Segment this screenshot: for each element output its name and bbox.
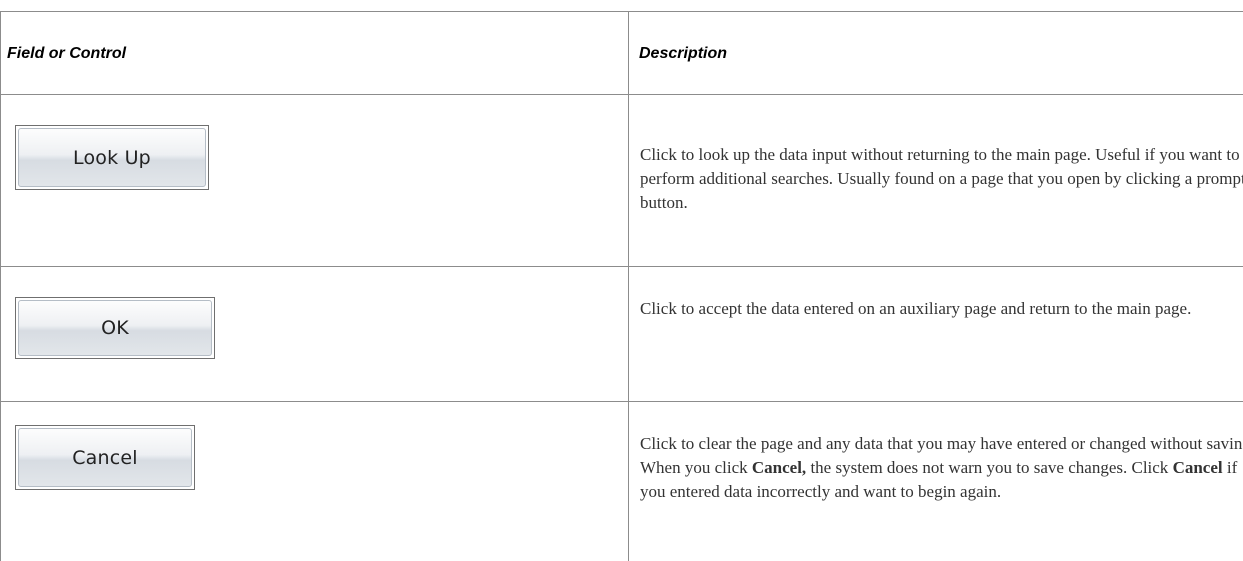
ok-description: Click to accept the data entered on an a… xyxy=(640,297,1243,321)
controls-table: Field or Control Description Look Up Cli… xyxy=(0,0,1243,561)
header-divider xyxy=(0,94,1243,95)
look-up-description: Click to look up the data input without … xyxy=(640,143,1243,215)
header-description: Description xyxy=(639,45,728,62)
row-divider xyxy=(0,401,1243,402)
look-up-button[interactable]: Look Up xyxy=(15,125,209,190)
cancel-button-label: Cancel xyxy=(18,428,192,487)
table-top-border xyxy=(0,11,1243,12)
ok-description-text: Click to accept the data entered on an a… xyxy=(640,299,1192,318)
cancel-description: Click to clear the page and any data tha… xyxy=(640,432,1243,504)
description-term-cancel: Cancel, xyxy=(751,458,807,477)
row-divider xyxy=(0,266,1243,267)
description-term-cancel: Cancel xyxy=(1172,458,1223,477)
cancel-button[interactable]: Cancel xyxy=(15,425,195,490)
look-up-button-label: Look Up xyxy=(18,128,206,187)
header-field-or-control: Field or Control xyxy=(7,45,127,62)
look-up-description-text: Click to look up the data input without … xyxy=(640,145,1243,212)
column-divider xyxy=(628,11,629,561)
table-left-border xyxy=(0,11,1,561)
ok-button[interactable]: OK xyxy=(15,297,215,359)
cancel-description-text: Click to clear the page and any data tha… xyxy=(640,432,1243,504)
description-segment: the system does not warn you to save cha… xyxy=(806,458,1173,477)
ok-button-label: OK xyxy=(18,300,212,356)
